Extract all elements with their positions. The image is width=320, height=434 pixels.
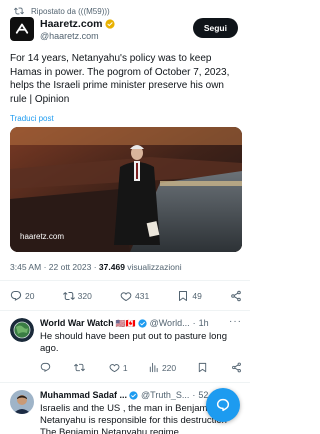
repost-icon	[62, 291, 75, 301]
verified-blue-icon	[129, 390, 138, 400]
verified-blue-icon	[137, 318, 147, 328]
repost-indicator[interactable]: Ripostato da (((M59)))	[14, 4, 110, 18]
divider	[0, 382, 250, 383]
share-icon	[231, 290, 241, 302]
views-label: visualizzazioni	[127, 262, 182, 272]
bookmark-button[interactable]: 49	[177, 290, 202, 302]
globe-avatar-icon	[10, 318, 34, 342]
divider	[0, 310, 250, 311]
author-avatar[interactable]	[10, 17, 34, 41]
reply-actions: 1 220	[40, 362, 242, 373]
tweet-actions: 20 320 431 49	[10, 288, 242, 304]
reply-header: World War Watch 🇺🇸🇨🇦 @World... · 1h	[40, 318, 209, 328]
reply-item[interactable]: World War Watch 🇺🇸🇨🇦 @World... · 1h ··· …	[10, 316, 242, 374]
like-button[interactable]: 1	[109, 362, 128, 373]
reply-avatar[interactable]	[10, 390, 34, 414]
more-options-icon[interactable]: ···	[229, 316, 242, 327]
reply-author-handle[interactable]: @World...	[150, 318, 190, 328]
author-name[interactable]: Haaretz.com	[40, 18, 116, 30]
reply-button[interactable]: 20	[10, 290, 34, 302]
reply-time[interactable]: 1h	[199, 318, 209, 328]
heart-icon	[120, 292, 132, 302]
tweet-text: For 14 years, Netanyahu's policy was to …	[10, 53, 230, 105]
reply-author-handle[interactable]: @Truth_S...	[141, 390, 189, 400]
meta-separator: ·	[43, 262, 47, 272]
verified-gold-icon	[105, 19, 116, 29]
repost-button[interactable]	[74, 362, 88, 373]
heart-icon	[109, 364, 120, 373]
repost-label: Ripostato da (((M59)))	[31, 6, 110, 16]
tweet-meta: 3:45 AM · 22 ott 2023 · 37.469 visualizz…	[10, 262, 182, 272]
like-button[interactable]: 431	[120, 290, 149, 302]
repost-icon	[74, 363, 86, 372]
haaretz-logo-icon	[15, 23, 29, 34]
reply-text: He should have been put out to pasture l…	[40, 331, 227, 354]
reply-icon	[40, 362, 51, 372]
tweet-date[interactable]: 22 ott 2023	[49, 262, 92, 272]
tweet-media-image[interactable]: haaretz.com	[10, 127, 242, 252]
share-button[interactable]	[230, 290, 242, 302]
divider	[0, 280, 250, 281]
reply-avatar[interactable]	[10, 318, 34, 342]
translate-post-link[interactable]: Traduci post	[10, 114, 54, 123]
flag-emojis: 🇺🇸🇨🇦	[115, 318, 136, 328]
analytics-icon	[149, 362, 158, 373]
bookmark-button[interactable]	[197, 362, 211, 373]
meta-separator: ·	[93, 262, 97, 272]
reply-icon	[10, 291, 22, 301]
views-button[interactable]: 220	[148, 362, 176, 373]
share-icon	[232, 362, 241, 373]
person-avatar-icon	[10, 390, 34, 414]
author-handle[interactable]: @haaretz.com	[40, 31, 99, 41]
media-watermark: haaretz.com	[20, 232, 65, 241]
reply-author-name[interactable]: World War Watch	[40, 318, 114, 328]
reply-author-name[interactable]: Muhammad Sadaf ...	[40, 390, 127, 400]
repost-icon	[14, 7, 24, 15]
share-button[interactable]	[231, 362, 242, 373]
tweet-time[interactable]: 3:45 AM	[10, 262, 41, 272]
follow-button[interactable]: Segui	[192, 18, 238, 38]
compose-button[interactable]	[206, 388, 240, 422]
compose-reply-icon	[216, 398, 230, 412]
tweet-author: Haaretz.com @haaretz.com Segui	[10, 17, 240, 47]
reply-button[interactable]	[40, 362, 54, 373]
views-count: 37.469	[98, 262, 125, 272]
repost-button[interactable]: 320	[62, 290, 92, 302]
bookmark-icon	[198, 362, 206, 373]
bookmark-icon	[179, 291, 188, 301]
